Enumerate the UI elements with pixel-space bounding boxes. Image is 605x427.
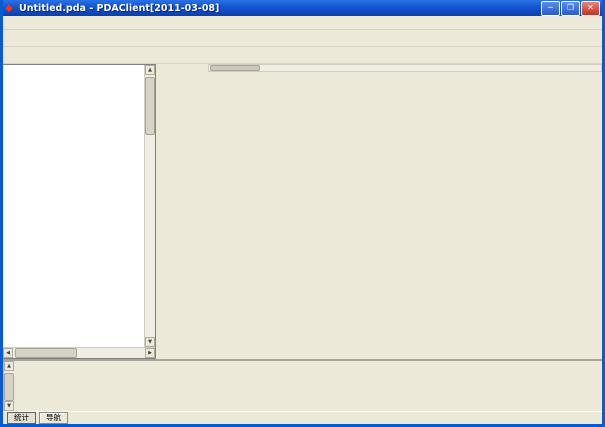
window-title: Untitled.pda - PDAClient[2011-03-08]	[19, 3, 540, 14]
chart-hscroll-thumb[interactable]	[210, 65, 260, 71]
chart-hscrollbar[interactable]	[208, 64, 602, 72]
scroll-left-icon[interactable]: ◀	[3, 348, 13, 358]
scroll-down-icon[interactable]: ▼	[145, 337, 155, 347]
maximize-button[interactable]: ❐	[561, 1, 580, 16]
close-button[interactable]: ✕	[581, 1, 600, 16]
minimize-button[interactable]: ─	[541, 1, 560, 16]
statistics-table-panel: ▲ ▼	[3, 359, 602, 411]
tab-statistics[interactable]: 统计	[7, 412, 36, 424]
scroll-right-icon[interactable]: ▶	[145, 348, 155, 358]
tree-hscroll-thumb[interactable]	[15, 348, 77, 358]
scroll-up-icon[interactable]: ▲	[145, 65, 155, 75]
time-axis	[208, 72, 602, 85]
tree-hscrollbar[interactable]: ◀ ▶	[3, 347, 155, 358]
signal-tree-panel: ▲ ▼ ◀ ▶	[3, 64, 156, 359]
tree-vscrollbar[interactable]: ▲ ▼	[144, 65, 155, 347]
bottom-tabs: 统计 导航	[3, 411, 602, 424]
signal-tree	[3, 65, 144, 347]
tree-vscroll-thumb[interactable]	[145, 77, 155, 135]
table-scroll-up-icon[interactable]: ▲	[4, 361, 14, 371]
table-vscrollbar[interactable]: ▲ ▼	[3, 361, 14, 411]
menu-bar	[3, 16, 602, 30]
chart-area	[156, 64, 602, 359]
app-window: ◆ Untitled.pda - PDAClient[2011-03-08] ─…	[0, 0, 605, 427]
title-bar[interactable]: ◆ Untitled.pda - PDAClient[2011-03-08] ─…	[3, 0, 602, 16]
app-icon: ◆	[5, 3, 16, 14]
toolbar-view	[3, 47, 602, 64]
table-scroll-down-icon[interactable]: ▼	[4, 401, 14, 411]
tab-navigation[interactable]: 导航	[39, 412, 68, 424]
table-vscroll-thumb[interactable]	[4, 373, 14, 401]
toolbar-main	[3, 30, 602, 47]
